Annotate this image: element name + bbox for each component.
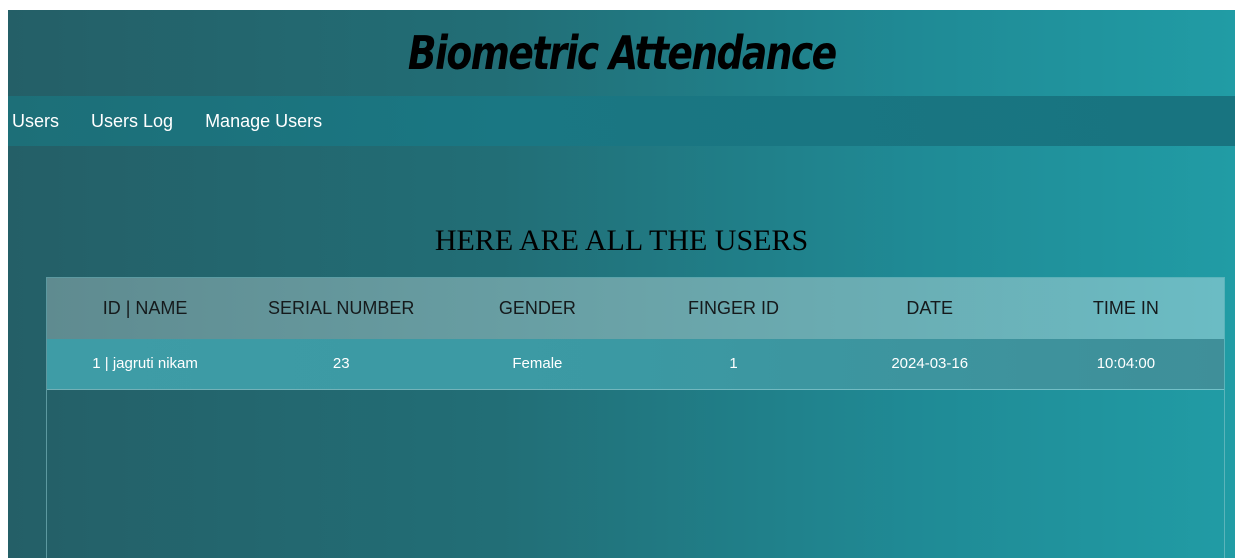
table-row[interactable]: 1 | jagruti nikam 23 Female 1 2024-03-16…	[47, 339, 1224, 389]
nav-link-users-log[interactable]: Users Log	[91, 111, 173, 132]
app-title: Biometric Attendance	[407, 26, 837, 80]
cell-serial-number: 23	[332, 355, 350, 373]
column-header-id-name[interactable]: ID | NAME	[47, 278, 243, 339]
page-frame: Biometric Attendance Users Users Log Man…	[8, 10, 1235, 558]
nav-link-users[interactable]: Users	[12, 111, 59, 132]
table-header-row: ID | NAME SERIAL NUMBER GENDER FINGER ID…	[47, 278, 1224, 339]
cell-gender: Female	[512, 355, 563, 373]
column-header-gender[interactable]: GENDER	[439, 278, 635, 339]
top-navbar: Users Users Log Manage Users	[8, 96, 1235, 146]
cell-date: 2024-03-16	[891, 355, 969, 373]
cell-finger-id: 1	[729, 355, 738, 373]
cell-id-name: 1 | jagruti nikam	[92, 355, 198, 373]
column-header-serial-number[interactable]: SERIAL NUMBER	[243, 278, 439, 339]
users-table-container: ID | NAME SERIAL NUMBER GENDER FINGER ID…	[46, 277, 1225, 558]
column-header-date[interactable]: DATE	[832, 278, 1028, 339]
cell-time-in: 10:04:00	[1096, 355, 1156, 373]
nav-link-manage-users[interactable]: Manage Users	[205, 111, 322, 132]
column-header-time-in[interactable]: TIME IN	[1028, 278, 1224, 339]
users-table: ID | NAME SERIAL NUMBER GENDER FINGER ID…	[47, 278, 1224, 390]
users-section-title: HERE ARE ALL THE USERS	[434, 224, 809, 257]
page-header: Biometric Attendance	[8, 10, 1235, 96]
column-header-finger-id[interactable]: FINGER ID	[635, 278, 831, 339]
